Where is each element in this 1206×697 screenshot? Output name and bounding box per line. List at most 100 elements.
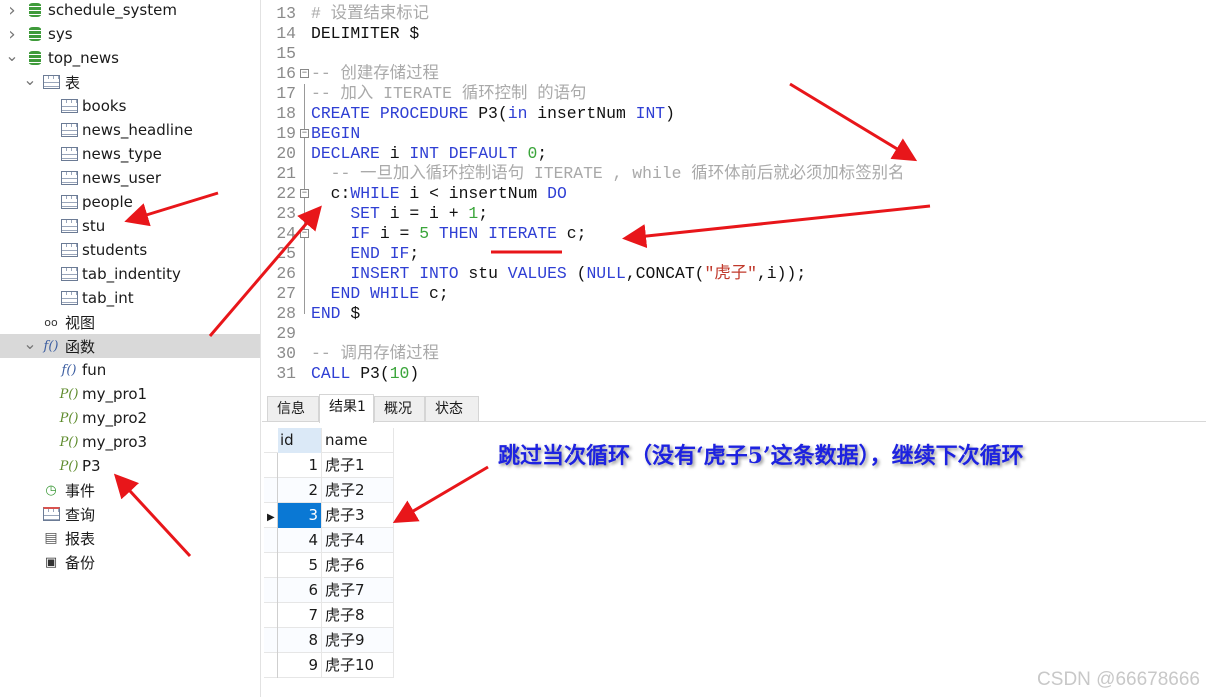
tree-item-news_headline[interactable]: news_headline bbox=[0, 118, 260, 142]
code-line[interactable]: 29 bbox=[262, 324, 1206, 344]
code-line[interactable]: 28 END $ bbox=[262, 304, 1206, 324]
fold-toggle-icon[interactable]: − bbox=[300, 189, 309, 198]
row-indicator[interactable] bbox=[264, 553, 278, 578]
cell-id[interactable]: 3 bbox=[278, 503, 322, 528]
row-indicator[interactable] bbox=[264, 478, 278, 503]
tree-item-my_pro1[interactable]: P() my_pro1 bbox=[0, 382, 260, 406]
row-indicator[interactable] bbox=[264, 653, 278, 678]
cell-name[interactable]: 虎子3 bbox=[322, 503, 394, 528]
code-line[interactable]: 24− IF i = 5 THEN ITERATE c; bbox=[262, 224, 1206, 244]
tree-item-news_user[interactable]: news_user bbox=[0, 166, 260, 190]
chevron-down-icon[interactable]: ⌄ bbox=[5, 46, 19, 65]
tree-item-备份[interactable]: ▣ 备份 bbox=[0, 550, 260, 574]
procedure-icon: P() bbox=[59, 434, 79, 450]
cell-name[interactable]: 虎子2 bbox=[322, 478, 394, 503]
code-line[interactable]: 16− -- 创建存储过程 bbox=[262, 64, 1206, 84]
code-line[interactable]: 27 END WHILE c; bbox=[262, 284, 1206, 304]
table-row[interactable]: 4 虎子4 bbox=[264, 528, 394, 553]
tab-状态[interactable]: 状态 bbox=[425, 396, 479, 422]
tree-item-label: students bbox=[82, 241, 148, 259]
cell-name[interactable]: 虎子7 bbox=[322, 578, 394, 603]
tree-item-my_pro2[interactable]: P() my_pro2 bbox=[0, 406, 260, 430]
code-line[interactable]: 31 CALL P3(10) bbox=[262, 364, 1206, 384]
tree-item-my_pro3[interactable]: P() my_pro3 bbox=[0, 430, 260, 454]
code-line[interactable]: 25 END IF; bbox=[262, 244, 1206, 264]
row-indicator[interactable]: ▶ bbox=[264, 503, 278, 528]
code-line[interactable]: 23 SET i = i + 1; bbox=[262, 204, 1206, 224]
tree-item-fun[interactable]: f() fun bbox=[0, 358, 260, 382]
code-line[interactable]: 22− c:WHILE i < insertNum DO bbox=[262, 184, 1206, 204]
tree-item-P3[interactable]: P() P3 bbox=[0, 454, 260, 478]
tree-item-top_news[interactable]: ⌄ top_news bbox=[0, 46, 260, 70]
column-header-name[interactable]: name bbox=[322, 428, 394, 453]
code-line[interactable]: 21 -- 一旦加入循环控制语句 ITERATE , while 循环体前后就必… bbox=[262, 164, 1206, 184]
fold-toggle-icon[interactable]: − bbox=[300, 129, 309, 138]
cell-id[interactable]: 6 bbox=[278, 578, 322, 603]
fold-toggle-icon[interactable]: − bbox=[300, 229, 309, 238]
cell-name[interactable]: 虎子10 bbox=[322, 653, 394, 678]
code-line[interactable]: 20 DECLARE i INT DEFAULT 0; bbox=[262, 144, 1206, 164]
cell-name[interactable]: 虎子6 bbox=[322, 553, 394, 578]
cell-id[interactable]: 4 bbox=[278, 528, 322, 553]
row-indicator[interactable] bbox=[264, 528, 278, 553]
code-line[interactable]: 18 CREATE PROCEDURE P3(in insertNum INT) bbox=[262, 104, 1206, 124]
cell-id[interactable]: 7 bbox=[278, 603, 322, 628]
chevron-down-icon[interactable]: ⌄ bbox=[23, 334, 37, 353]
table-row[interactable]: 6 虎子7 bbox=[264, 578, 394, 603]
cell-name[interactable]: 虎子1 bbox=[322, 453, 394, 478]
tree-item-students[interactable]: students bbox=[0, 238, 260, 262]
tree-item-people[interactable]: people bbox=[0, 190, 260, 214]
code-line[interactable]: 15 bbox=[262, 44, 1206, 64]
tree-item-sys[interactable]: › sys bbox=[0, 22, 260, 46]
tree-item-报表[interactable]: ▤ 报表 bbox=[0, 526, 260, 550]
table-row[interactable]: 2 虎子2 bbox=[264, 478, 394, 503]
code-line[interactable]: 17 -- 加入 ITERATE 循环控制 的语句 bbox=[262, 84, 1206, 104]
tree-item-books[interactable]: books bbox=[0, 94, 260, 118]
cell-name[interactable]: 虎子4 bbox=[322, 528, 394, 553]
tree-item-视图[interactable]: oo 视图 bbox=[0, 310, 260, 334]
row-indicator[interactable] bbox=[264, 628, 278, 653]
cell-name[interactable]: 虎子9 bbox=[322, 628, 394, 653]
code-line[interactable]: 13 # 设置结束标记 bbox=[262, 4, 1206, 24]
table-row[interactable]: 7 虎子8 bbox=[264, 603, 394, 628]
tree-item-事件[interactable]: ◷ 事件 bbox=[0, 478, 260, 502]
cell-id[interactable]: 9 bbox=[278, 653, 322, 678]
tree-item-label: schedule_system bbox=[48, 1, 177, 19]
code-line[interactable]: 30 -- 调用存储过程 bbox=[262, 344, 1206, 364]
row-indicator[interactable] bbox=[264, 578, 278, 603]
cell-id[interactable]: 1 bbox=[278, 453, 322, 478]
column-header-id[interactable]: id bbox=[278, 428, 322, 453]
tree-item-tab_indentity[interactable]: tab_indentity bbox=[0, 262, 260, 286]
tree-item-stu[interactable]: stu bbox=[0, 214, 260, 238]
table-row[interactable]: 1 虎子1 bbox=[264, 453, 394, 478]
cell-id[interactable]: 2 bbox=[278, 478, 322, 503]
table-row[interactable]: 8 虎子9 bbox=[264, 628, 394, 653]
tab-概况[interactable]: 概况 bbox=[374, 396, 425, 422]
code-line[interactable]: 26 INSERT INTO stu VALUES (NULL,CONCAT("… bbox=[262, 264, 1206, 284]
table-row[interactable]: 5 虎子6 bbox=[264, 553, 394, 578]
table-row[interactable]: ▶ 3 虎子3 bbox=[264, 503, 394, 528]
tree-item-查询[interactable]: 查询 bbox=[0, 502, 260, 526]
tree-item-news_type[interactable]: news_type bbox=[0, 142, 260, 166]
tab-结果1[interactable]: 结果1 bbox=[319, 394, 374, 423]
tree-item-schedule_system[interactable]: › schedule_system bbox=[0, 0, 260, 22]
fold-toggle-icon[interactable]: − bbox=[300, 69, 309, 78]
chevron-down-icon[interactable]: ⌄ bbox=[23, 70, 37, 89]
sql-editor[interactable]: 13 # 设置结束标记 14 DELIMITER $15 16− -- 创建存储过程 17-… bbox=[262, 0, 1206, 390]
cell-id[interactable]: 5 bbox=[278, 553, 322, 578]
chevron-right-icon[interactable]: › bbox=[5, 0, 19, 21]
table-row[interactable]: 9 虎子10 bbox=[264, 653, 394, 678]
tree-item-tab_int[interactable]: tab_int bbox=[0, 286, 260, 310]
tree-item-label: 函数 bbox=[65, 337, 96, 356]
tree-item-表[interactable]: ⌄ 表 bbox=[0, 70, 260, 94]
row-indicator[interactable] bbox=[264, 453, 278, 478]
tree-item-函数[interactable]: ⌄ f() 函数 bbox=[0, 334, 260, 358]
cell-id[interactable]: 8 bbox=[278, 628, 322, 653]
cell-name[interactable]: 虎子8 bbox=[322, 603, 394, 628]
code-line[interactable]: 14 DELIMITER $ bbox=[262, 24, 1206, 44]
tab-信息[interactable]: 信息 bbox=[267, 396, 319, 422]
code-line[interactable]: 19− BEGIN bbox=[262, 124, 1206, 144]
chevron-right-icon[interactable]: › bbox=[5, 24, 19, 45]
row-indicator[interactable] bbox=[264, 603, 278, 628]
token-text: ; bbox=[537, 144, 548, 163]
